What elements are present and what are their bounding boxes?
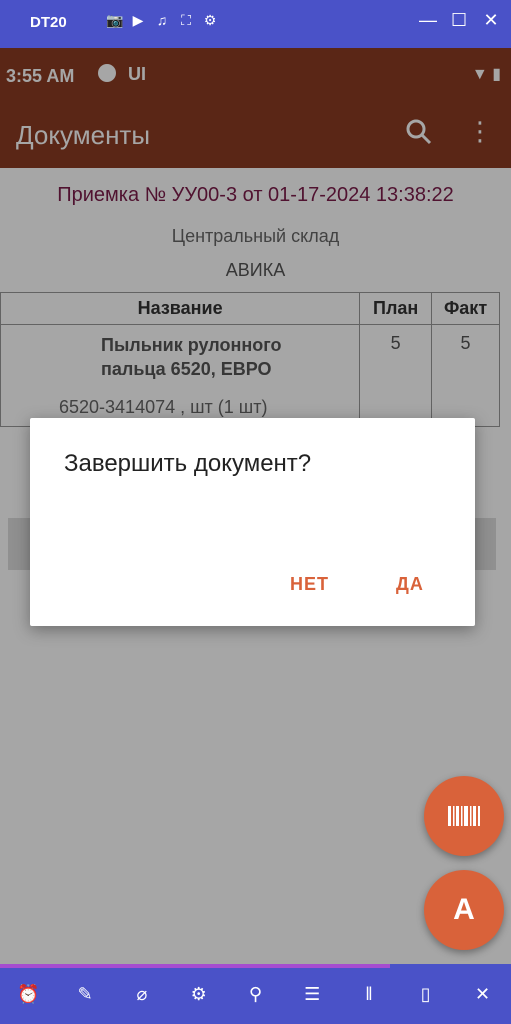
camera-icon[interactable]: 📷	[106, 12, 123, 29]
emulator-progress-bar	[0, 964, 390, 968]
close-icon[interactable]: ✕	[483, 10, 499, 31]
maximize-icon[interactable]: ☐	[451, 10, 467, 31]
barcode-icon	[448, 806, 480, 826]
confirm-dialog: Завершить документ? НЕТ ДА	[30, 418, 475, 626]
settings-icon[interactable]: ⚙	[202, 12, 218, 29]
dialog-title: Завершить документ?	[64, 450, 312, 477]
exit-icon[interactable]: ✕	[471, 984, 495, 1005]
video-icon[interactable]: ▶	[130, 12, 146, 29]
fullscreen-icon[interactable]: ⛶	[178, 12, 194, 29]
emulator-top-bar: DT20 📷 ▶ ♫ ⛶ ⚙ — ☐ ✕	[0, 0, 511, 48]
stop-icon[interactable]: ▯	[414, 984, 438, 1005]
pause-icon[interactable]: ‖	[357, 984, 381, 1005]
clock-icon[interactable]: ⏰	[16, 984, 40, 1005]
minimize-icon[interactable]: —	[419, 10, 437, 31]
mic-off-icon[interactable]: ✎	[73, 984, 97, 1005]
no-button[interactable]: НЕТ	[290, 574, 329, 595]
emulator-bottom-bar: ⏰ ✎ ⌀ ⚙ ⚲ ☰ ‖ ▯ ✕	[0, 964, 511, 1024]
a-button-label: A	[453, 893, 475, 926]
camera-off-icon[interactable]: ⌀	[130, 984, 154, 1005]
a-action-button[interactable]: A	[424, 870, 504, 950]
emulator-title: DT20	[30, 14, 67, 31]
keyboard-icon[interactable]: ☰	[300, 984, 324, 1005]
yes-button[interactable]: ДА	[396, 574, 424, 595]
barcode-scan-button[interactable]	[424, 776, 504, 856]
headset-icon[interactable]: ♫	[154, 12, 170, 29]
location-icon[interactable]: ⚲	[243, 984, 267, 1005]
device-screen: 3:55 AM UI ▼ ▮ Документы ⋮ Приемка № УУ0…	[0, 48, 511, 964]
gear-icon[interactable]: ⚙	[187, 984, 211, 1005]
